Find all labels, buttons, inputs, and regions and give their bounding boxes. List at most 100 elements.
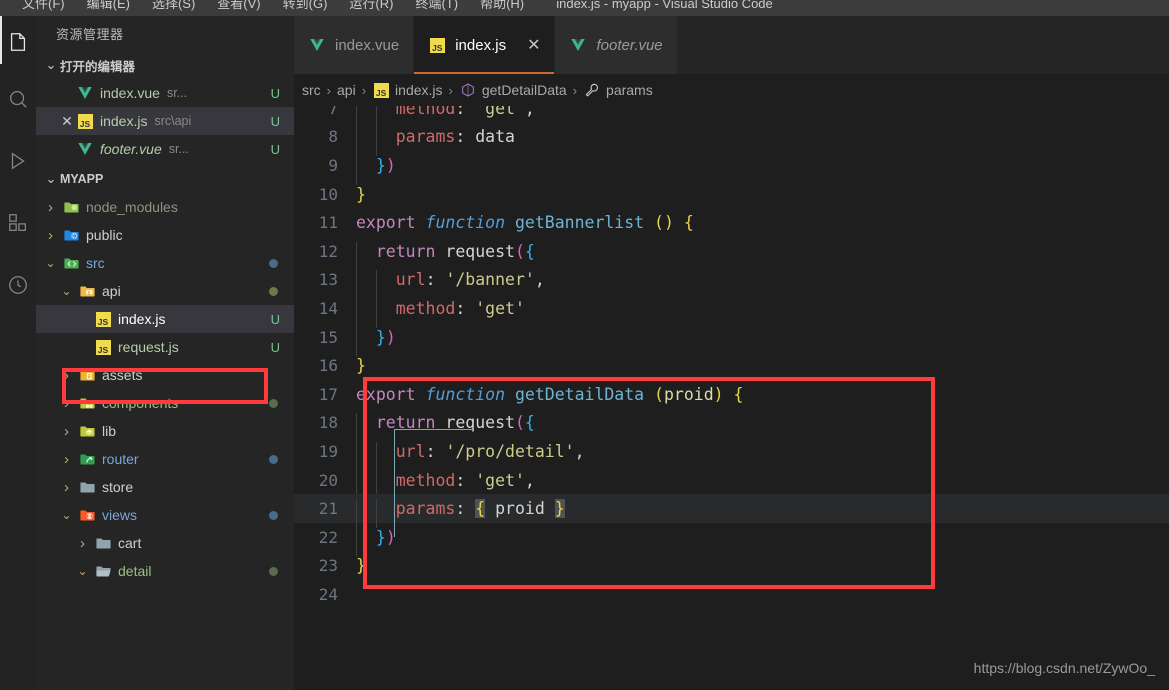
code-line[interactable]: 22 }): [294, 523, 1169, 557]
file-tree-folder[interactable]: ⌄ views: [36, 501, 294, 529]
code-line[interactable]: 17 export function getDetailData (proid) …: [294, 380, 1169, 409]
code-line[interactable]: 24: [294, 580, 1169, 609]
file-tree-folder[interactable]: ⌄ src: [36, 249, 294, 277]
code-line[interactable]: 11 export function getBannerlist () {: [294, 208, 1169, 237]
file-tree-folder[interactable]: › lib: [36, 417, 294, 445]
code-token: {: [524, 241, 535, 261]
open-editor-item[interactable]: index.vue sr... U: [36, 79, 294, 107]
file-tree-label: api: [102, 283, 121, 299]
timeline-icon[interactable]: [0, 254, 36, 316]
code-line[interactable]: 20 method: 'get',: [294, 466, 1169, 500]
sidebar-title: 资源管理器: [56, 27, 124, 42]
chevron-down-icon[interactable]: ⌄: [58, 508, 75, 522]
open-editor-name: index.vue: [100, 85, 160, 101]
file-tree-file[interactable]: JS request.js U: [36, 333, 294, 361]
breadcrumb-item[interactable]: src: [302, 82, 321, 98]
code-line[interactable]: 19 url: '/pro/detail',: [294, 437, 1169, 471]
git-status-badge: U: [270, 141, 280, 157]
code-text: params: { proid }: [356, 499, 565, 528]
chevron-right-icon: ›: [361, 82, 367, 98]
file-tree-file[interactable]: JS index.js U: [36, 305, 294, 333]
code-line[interactable]: 8 params: data: [294, 123, 1169, 156]
breadcrumb-item[interactable]: getDetailData: [459, 81, 567, 99]
code-line[interactable]: 18 return request({: [294, 409, 1169, 442]
code-editor[interactable]: 7 method: 'get', 8 params: data 9 }) 10} 11 e…: [294, 106, 1169, 690]
code-token: :: [455, 298, 476, 318]
git-status-badge: U: [270, 113, 280, 129]
file-tree-folder[interactable]: › cart: [36, 529, 294, 557]
file-tree-folder[interactable]: › node_modules: [36, 193, 294, 221]
chevron-right-icon: ›: [448, 82, 453, 98]
chevron-down-icon[interactable]: ⌄: [42, 256, 59, 270]
file-tree-folder[interactable]: ⌄ detail: [36, 557, 294, 585]
tab-index-vue[interactable]: index.vue: [294, 16, 415, 74]
file-tree-folder[interactable]: › public: [36, 221, 294, 249]
code-text: }): [356, 155, 396, 185]
file-tree-label: views: [102, 507, 138, 523]
chevron-down-icon[interactable]: ⌄: [58, 284, 75, 298]
folder-plain-icon: [78, 478, 96, 496]
chevron-right-icon[interactable]: ›: [58, 367, 75, 384]
file-tree-folder[interactable]: › store: [36, 473, 294, 501]
code-line[interactable]: 23}: [294, 552, 1169, 581]
file-tree-label: public: [86, 227, 123, 243]
breadcrumb[interactable]: src › api › JS index.js › getDetailData › params: [294, 74, 1169, 106]
js-icon: JS: [94, 338, 112, 356]
chevron-right-icon[interactable]: ›: [58, 395, 75, 412]
code-token: ): [713, 384, 724, 404]
file-tree-folder[interactable]: ⌄{} api: [36, 277, 294, 305]
js-icon: JS: [428, 36, 446, 54]
file-tree-folder[interactable]: › router: [36, 445, 294, 473]
code-token: ): [385, 327, 396, 347]
code-line[interactable]: 16}: [294, 351, 1169, 380]
code-line[interactable]: 13 url: '/banner',: [294, 266, 1169, 299]
chevron-down-icon[interactable]: ⌄: [74, 564, 91, 578]
open-editor-item[interactable]: ✕ JS index.js src\api U: [36, 107, 294, 135]
extensions-icon[interactable]: [0, 192, 36, 254]
close-icon[interactable]: ✕: [58, 113, 76, 130]
close-icon[interactable]: ✕: [527, 35, 540, 55]
breadcrumb-label: src: [302, 82, 321, 98]
code-text: }): [356, 327, 396, 357]
code-token: }: [375, 327, 386, 347]
chevron-right-icon[interactable]: ›: [42, 227, 59, 244]
chevron-right-icon[interactable]: ›: [42, 199, 59, 216]
chevron-right-icon[interactable]: ›: [74, 535, 91, 552]
chevron-right-icon[interactable]: ›: [58, 479, 75, 496]
open-editor-item[interactable]: footer.vue sr... U: [36, 135, 294, 163]
code-line[interactable]: 15 }): [294, 323, 1169, 357]
code-text: method: 'get',: [356, 106, 535, 128]
open-editor-path: sr...: [166, 86, 188, 100]
folder-status-dot: [269, 286, 278, 296]
breadcrumb-item[interactable]: api: [337, 82, 356, 98]
code-token: return: [375, 241, 436, 261]
code-token: }: [356, 356, 366, 376]
code-token: method: [395, 298, 456, 318]
explorer-icon[interactable]: [0, 16, 36, 68]
file-tree-folder[interactable]: › components: [36, 389, 294, 417]
chevron-right-icon[interactable]: ›: [58, 451, 75, 468]
code-line[interactable]: 9 }): [294, 151, 1169, 185]
tab-footer-vue[interactable]: footer.vue: [555, 16, 678, 74]
line-number: 10: [318, 184, 338, 204]
code-line[interactable]: 14 method: 'get': [294, 294, 1169, 328]
code-token: ,: [534, 270, 545, 290]
code-text: }): [356, 527, 396, 557]
file-tree-label: store: [102, 479, 134, 495]
search-icon[interactable]: [0, 68, 36, 130]
breadcrumb-item[interactable]: JS index.js: [372, 81, 443, 99]
code-line[interactable]: 10}: [294, 180, 1169, 209]
tab-index-js[interactable]: JS index.js ✕: [414, 16, 556, 74]
open-editors-header[interactable]: ⌄ 打开的编辑器: [36, 51, 294, 79]
code-line[interactable]: 12 return request({: [294, 237, 1169, 271]
file-tree-folder[interactable]: › assets: [36, 361, 294, 389]
code-line[interactable]: 21 params: { proid }: [294, 494, 1169, 528]
chevron-right-icon[interactable]: ›: [58, 423, 75, 440]
run-debug-icon[interactable]: [0, 130, 36, 192]
code-token: export: [356, 384, 426, 404]
code-token: }: [554, 499, 565, 519]
breadcrumb-item[interactable]: params: [583, 81, 653, 99]
code-line[interactable]: 7 method: 'get',: [294, 106, 1169, 128]
project-header[interactable]: ⌄ MYAPP: [36, 165, 294, 193]
